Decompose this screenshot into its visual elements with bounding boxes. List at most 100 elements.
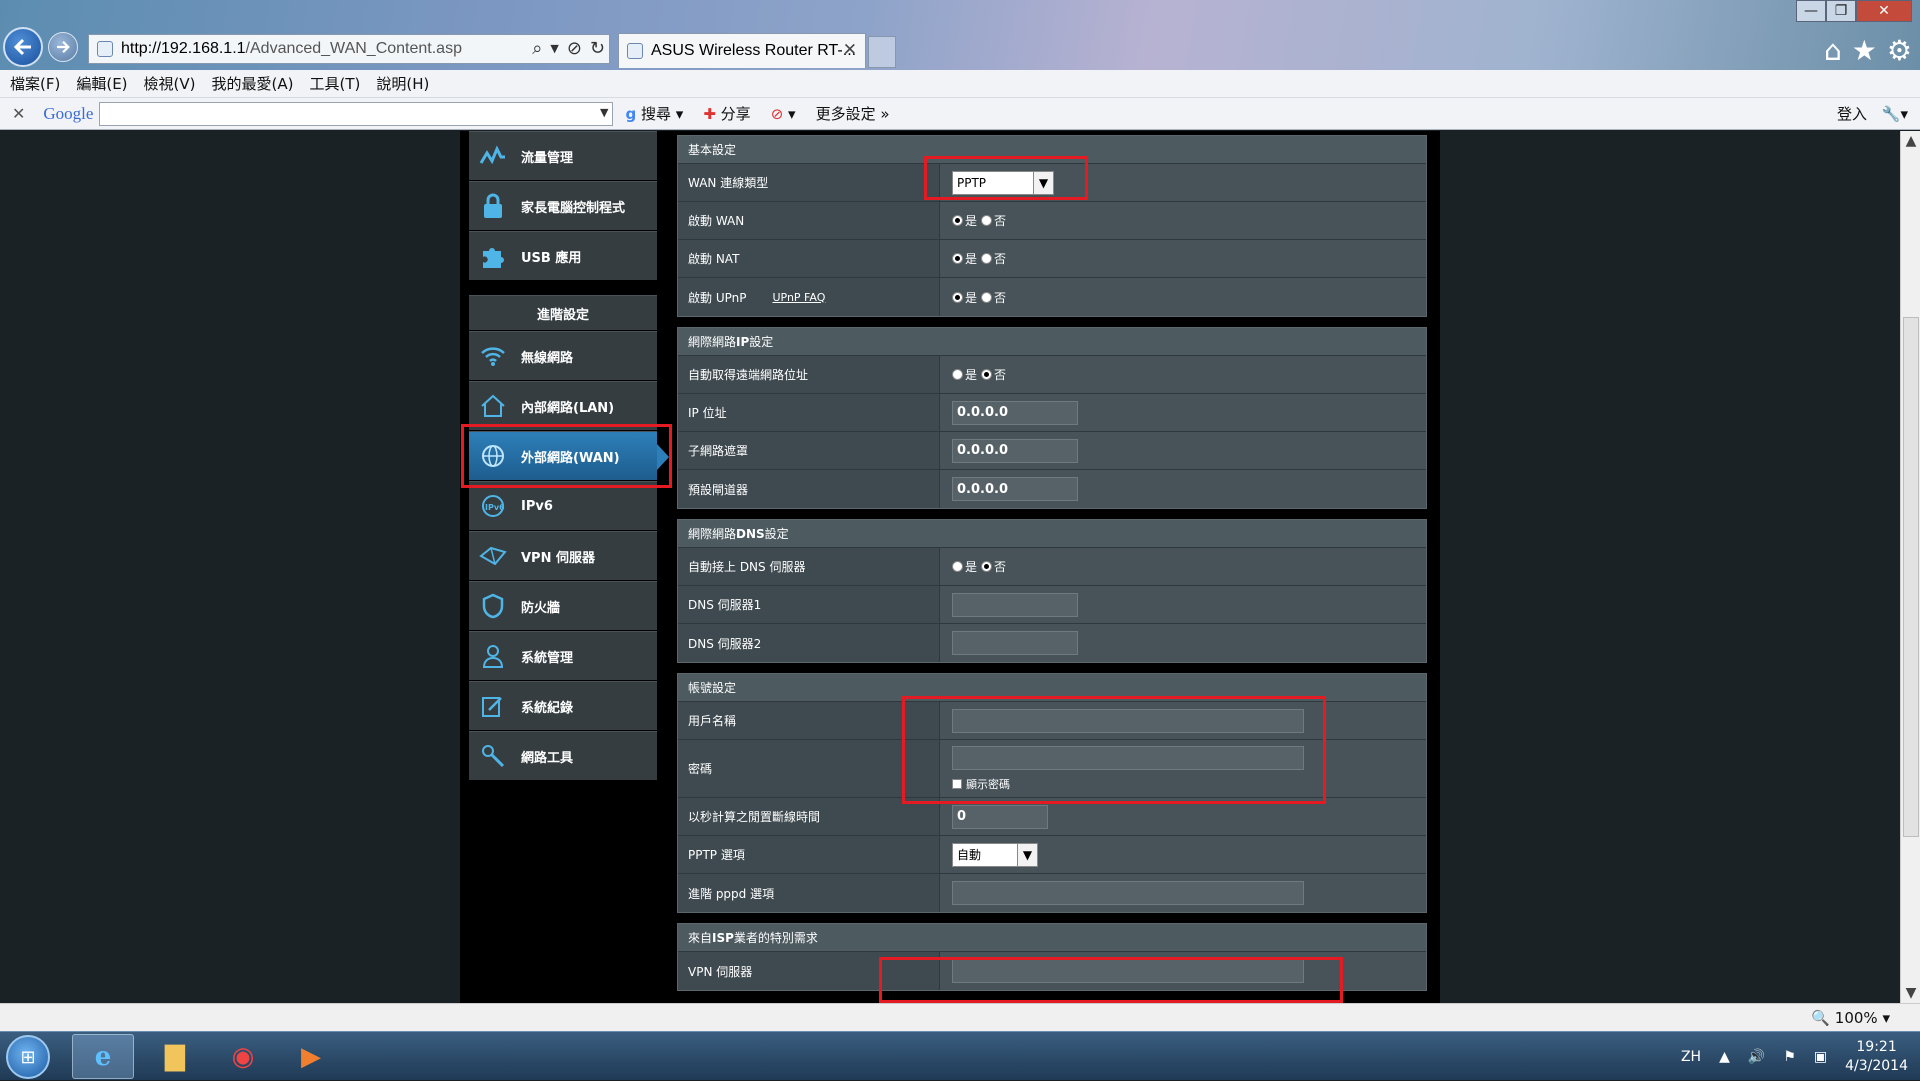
vpn-icon [477,540,509,572]
ipv6-icon: IPv6 [477,490,509,522]
new-tab-button[interactable] [868,36,896,68]
menu-tools[interactable]: 工具(T) [309,73,360,94]
enable-wan-yes-radio[interactable]: 是 [952,212,977,229]
more-settings-button[interactable]: 更多設定 » [816,103,890,124]
refresh-icon[interactable]: ↻ [590,38,605,59]
stop-icon[interactable]: ⊘ [567,38,582,59]
sidebar-item-vpn[interactable]: VPN 伺服器 [469,531,657,581]
forward-button[interactable] [48,32,78,62]
folder-icon: ▇ [165,1041,185,1072]
search-icon[interactable]: ⌕ [532,38,542,59]
browser-titlebar: http://192.168.1.1/Advanced_WAN_Content.… [0,0,1920,70]
menu-file[interactable]: 檔案(F) [10,73,60,94]
scroll-thumb[interactable] [1903,317,1919,837]
zoom-control[interactable]: 🔍 100% ▾ [1811,1009,1890,1027]
puzzle-icon [477,240,509,272]
close-tab-icon[interactable]: ✕ [843,40,857,60]
field-label: 啟動 UPnP UPnP FAQ [678,278,940,316]
field-label: 用戶名稱 [678,702,940,739]
page-scrollbar[interactable]: ▲ ▼ [1900,131,1920,1003]
pptp-option-value: 自動 [957,848,982,862]
auto-ip-yes-radio[interactable]: 是 [952,366,977,383]
taskbar-media-player[interactable]: ▶ [280,1034,342,1079]
sidebar-item-label: 家長電腦控制程式 [521,200,626,216]
sidebar-item-nettools[interactable]: 網路工具 [469,731,657,781]
enable-nat-no-radio[interactable]: 否 [981,250,1006,267]
maximize-button[interactable]: ❐ [1826,0,1856,22]
wrench-icon[interactable]: 🔧▾ [1882,105,1908,123]
menu-help[interactable]: 說明(H) [376,73,429,94]
enable-upnp-yes-radio[interactable]: 是 [952,289,977,306]
chevron-down-icon[interactable]: ▼ [550,42,558,59]
chrome-icon: ◉ [231,1041,255,1072]
sidebar-item-firewall[interactable]: 防火牆 [469,581,657,631]
close-toolbar-icon[interactable]: ✕ [12,104,25,123]
idle-time-input[interactable]: 0 [952,804,1048,829]
taskbar-chrome[interactable]: ◉ [212,1034,274,1079]
scroll-down-icon[interactable]: ▼ [1901,985,1920,1001]
tray-expand-icon[interactable]: ▲ [1719,1049,1730,1065]
svg-text:IPv6: IPv6 [485,503,505,512]
menu-view[interactable]: 檢視(V) [144,73,196,94]
wan-settings-content: 基本設定 WAN 連線類型 PPTP ▼ 啟動 WAN 是 否 啟動 NAT 是… [677,135,1427,1001]
dns1-input[interactable] [952,592,1078,617]
sidebar-item-label: IPv6 [521,498,553,514]
sidebar-item-usb[interactable]: USB 應用 [469,231,657,281]
enable-nat-yes-radio[interactable]: 是 [952,250,977,267]
scroll-up-icon[interactable]: ▲ [1901,133,1920,149]
language-indicator[interactable]: ZH [1681,1049,1701,1065]
sidebar-item-label: VPN 伺服器 [521,550,595,566]
ip-address-input[interactable]: 0.0.0.0 [952,400,1078,425]
auto-dns-no-radio[interactable]: 否 [981,558,1006,575]
sidebar-item-wireless[interactable]: 無線網路 [469,331,657,381]
share-button[interactable]: ✚ 分享 [703,103,750,124]
flag-icon[interactable]: ⚑ [1783,1049,1796,1065]
section-title: 來自 ISP 業者的特別需求 [678,924,1426,952]
clock-time: 19:21 [1856,1038,1897,1055]
back-button[interactable] [3,27,43,67]
clock[interactable]: 19:21 4/3/2014 [1845,1038,1908,1076]
windows-logo-icon: ⊞ [20,1046,36,1068]
browser-tab[interactable]: ASUS Wireless Router RT-... ✕ [618,33,866,68]
taskbar-ie[interactable]: e [72,1034,134,1079]
pptp-option-select[interactable]: 自動 ▼ [952,842,1038,867]
enable-upnp-no-radio[interactable]: 否 [981,289,1006,306]
home-icon[interactable]: ⌂ [1824,34,1842,67]
popup-blocker-button[interactable]: ⊘ ▾ [771,105,796,123]
volume-icon[interactable]: 🔊 [1748,1049,1765,1065]
sidebar-item-ipv6[interactable]: IPv6 IPv6 [469,481,657,531]
menu-edit[interactable]: 編輯(E) [76,73,127,94]
enable-wan-no-radio[interactable]: 否 [981,212,1006,229]
enable-wan-row: 啟動 WAN 是 否 [678,202,1426,240]
sidebar-item-traffic[interactable]: 流量管理 [469,131,657,181]
start-button[interactable]: ⊞ [6,1035,50,1079]
taskbar-explorer[interactable]: ▇ [144,1034,206,1079]
sidebar-item-admin[interactable]: 系統管理 [469,631,657,681]
dns2-input[interactable] [952,631,1078,655]
google-search-input[interactable] [99,101,614,126]
highlight-account [902,696,1326,804]
address-bar[interactable]: http://192.168.1.1/Advanced_WAN_Content.… [88,34,610,64]
section-title: 網際網路 DNS 設定 [678,520,1426,548]
network-icon[interactable]: ▣ [1814,1049,1827,1065]
pppd-option-input[interactable] [952,881,1304,905]
minimize-button[interactable]: — [1796,0,1826,22]
auto-ip-no-radio[interactable]: 否 [981,366,1006,383]
upnp-faq-link[interactable]: UPnP FAQ [772,291,825,304]
auto-dns-yes-radio[interactable]: 是 [952,558,977,575]
section-title: 網際網路 IP 設定 [678,328,1426,356]
sidebar-item-parental[interactable]: 家長電腦控制程式 [469,181,657,231]
gateway-input[interactable]: 0.0.0.0 [952,477,1078,501]
sidebar-item-syslog[interactable]: 系統紀錄 [469,681,657,731]
menu-favorites[interactable]: 我的最愛(A) [212,73,294,94]
subnet-mask-input[interactable]: 0.0.0.0 [952,438,1078,463]
auto-ip-row: 自動取得遠端網路位址 是 否 [678,356,1426,394]
user-icon [477,640,509,672]
google-search-button[interactable]: g 搜尋 ▾ [625,103,683,124]
arrow-left-icon [13,38,31,56]
close-window-button[interactable]: ✕ [1856,0,1912,22]
google-logo: Google [43,103,94,123]
login-button[interactable]: 登入 [1837,105,1867,123]
gear-icon[interactable]: ⚙ [1887,34,1912,67]
favorites-star-icon[interactable]: ★ [1852,34,1877,67]
